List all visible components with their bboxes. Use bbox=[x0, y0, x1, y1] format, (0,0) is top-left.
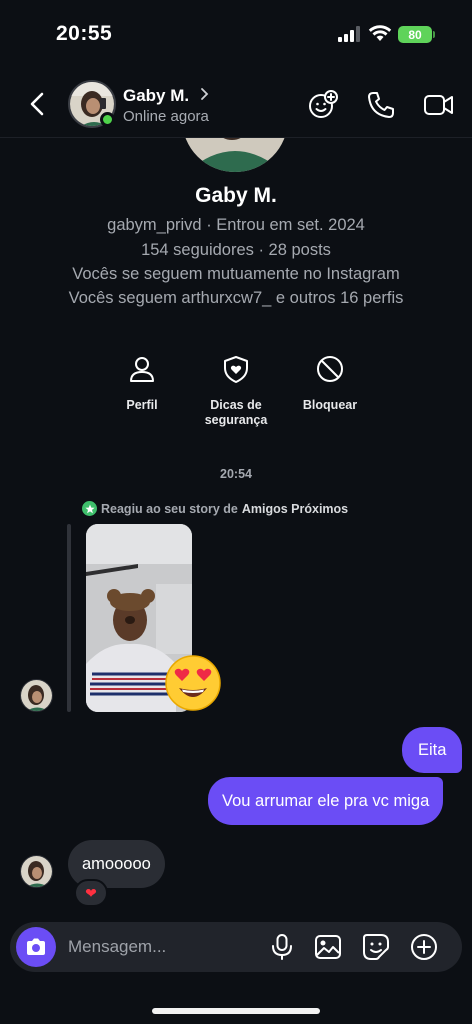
message-text: amooooo bbox=[82, 854, 151, 873]
contact-status: Online agora bbox=[123, 108, 209, 125]
wifi-icon bbox=[368, 25, 392, 41]
message-timestamp: 20:54 bbox=[220, 467, 252, 481]
chat-header: Gaby M. Online agora bbox=[0, 70, 472, 138]
profile-button[interactable]: Perfil bbox=[94, 354, 190, 413]
effects-icon[interactable] bbox=[308, 90, 338, 120]
contact-avatar-small[interactable] bbox=[20, 679, 53, 712]
close-friends-star-icon bbox=[82, 501, 97, 516]
story-reply-caption: Reagiu ao seu story de Amigos Próximos bbox=[82, 501, 348, 516]
online-indicator bbox=[100, 112, 115, 127]
heart-reaction-icon[interactable]: ❤ bbox=[74, 879, 108, 907]
home-indicator[interactable] bbox=[152, 1008, 320, 1014]
message-composer bbox=[10, 922, 462, 972]
chevron-right-icon[interactable] bbox=[198, 86, 210, 102]
add-icon[interactable] bbox=[410, 933, 438, 961]
profile-name: Gaby M. bbox=[195, 184, 277, 207]
block-button-label: Bloquear bbox=[302, 398, 358, 412]
battery-tip bbox=[433, 31, 435, 38]
block-icon bbox=[317, 356, 343, 382]
message-bubble-outgoing[interactable]: Eita bbox=[402, 727, 463, 773]
safety-tips-label: Dicas de segurança bbox=[204, 398, 268, 427]
story-reply-audience: Amigos Próximos bbox=[241, 501, 349, 516]
message-text: Eita bbox=[418, 740, 447, 759]
video-icon[interactable] bbox=[423, 90, 455, 120]
profile-username-line: gabym_privd · Entrou em set. 2024 bbox=[107, 216, 365, 234]
profile-followers-line: 154 seguidores · 28 posts bbox=[141, 241, 331, 259]
profile-mutual-line: Vocês se seguem mutuamente no Instagram bbox=[72, 265, 400, 283]
message-input[interactable] bbox=[68, 922, 258, 972]
gallery-icon[interactable] bbox=[314, 933, 342, 961]
person-icon bbox=[130, 357, 154, 382]
profile-button-label: Perfil bbox=[126, 398, 158, 412]
message-text: Vou arrumar ele pra vc miga bbox=[222, 791, 430, 810]
shield-heart-icon bbox=[224, 356, 248, 383]
status-time: 20:55 bbox=[56, 22, 113, 45]
battery-level: 80 bbox=[408, 27, 422, 42]
battery-indicator: 80 bbox=[398, 26, 432, 43]
block-button[interactable]: Bloquear bbox=[282, 354, 378, 413]
status-bar: 20:55 80 bbox=[0, 0, 472, 70]
sticker-icon[interactable] bbox=[362, 933, 390, 961]
profile-follows-line: Vocês seguem arthurxcw7_ e outros 16 per… bbox=[68, 289, 404, 307]
safety-tips-button[interactable]: Dicas de segurança bbox=[188, 354, 284, 428]
camera-icon bbox=[27, 938, 45, 955]
story-reply-bar bbox=[67, 524, 71, 712]
heart-reaction: ❤ bbox=[85, 884, 97, 901]
microphone-icon[interactable] bbox=[268, 933, 296, 961]
heart-eyes-reaction-icon bbox=[164, 654, 222, 712]
signal-icon bbox=[338, 26, 360, 42]
contact-name[interactable]: Gaby M. bbox=[123, 86, 189, 106]
camera-button[interactable] bbox=[16, 927, 56, 967]
message-bubble-outgoing[interactable]: Vou arrumar ele pra vc miga bbox=[208, 777, 444, 825]
back-icon[interactable] bbox=[24, 90, 52, 118]
story-reply-prefix: Reagiu ao seu story de bbox=[101, 501, 238, 516]
contact-avatar-small[interactable] bbox=[20, 855, 53, 888]
phone-icon[interactable] bbox=[366, 90, 396, 120]
